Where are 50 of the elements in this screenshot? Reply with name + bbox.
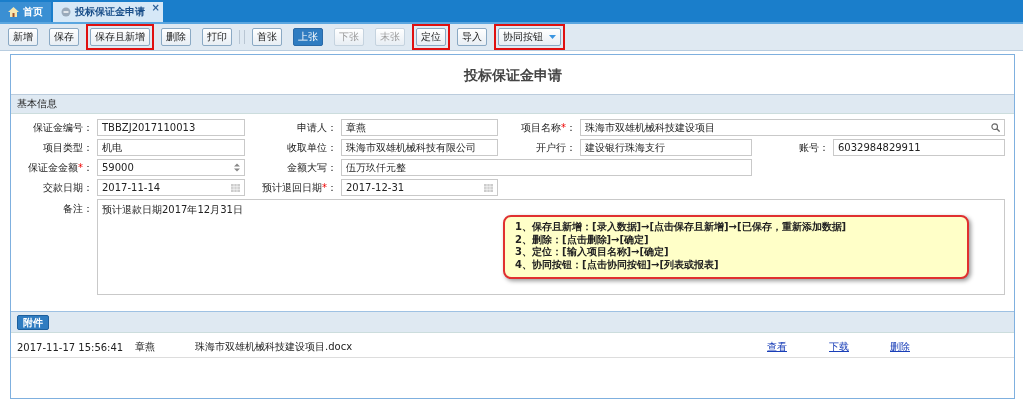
- input-field[interactable]: 珠海市双雄机械科技有限公司: [341, 139, 498, 156]
- field-label: 预计退回日期*：: [261, 180, 337, 195]
- toolbar-button[interactable]: 上张: [293, 28, 323, 46]
- date-field[interactable]: 2017-12-31: [341, 179, 498, 196]
- toolbar-button[interactable]: 打印: [202, 28, 232, 46]
- action-link[interactable]: 删除: [890, 341, 910, 352]
- toolbar-button[interactable]: 首张: [252, 28, 282, 46]
- uploader-name: 章燕: [135, 340, 156, 354]
- field-label: 项目名称*：: [520, 120, 576, 135]
- field-label: 项目类型：: [42, 140, 93, 155]
- toolbar-button[interactable]: 导入: [457, 28, 487, 46]
- field-label: 账号：: [798, 140, 829, 155]
- search-field[interactable]: 珠海市双雄机械科技建设项目: [580, 119, 1005, 136]
- toolbar-button[interactable]: 定位: [416, 28, 446, 46]
- section-title: 基本信息: [17, 97, 57, 111]
- toolbar-button[interactable]: 保存且新增: [90, 28, 150, 46]
- toolbar-button[interactable]: 新增: [8, 28, 38, 46]
- field-label: 交款日期：: [42, 180, 93, 195]
- action-link[interactable]: 下载: [829, 341, 849, 352]
- upload-time: 2017-11-17 15:56:41: [17, 341, 125, 353]
- search-icon[interactable]: [991, 123, 1000, 132]
- field-label: 金额大写：: [286, 160, 337, 175]
- close-icon[interactable]: ×: [151, 2, 160, 13]
- toolbar-button[interactable]: 保存: [49, 28, 79, 46]
- attachment-button[interactable]: 附件: [17, 314, 49, 330]
- field-label: 申请人：: [296, 120, 337, 135]
- field-label: 开户行：: [535, 140, 576, 155]
- date-field[interactable]: 2017-11-14: [97, 179, 245, 196]
- input-field[interactable]: 伍万玖仟元整: [341, 159, 752, 176]
- input-field[interactable]: 机电: [97, 139, 245, 156]
- tab[interactable]: 投标保证金申请 ×: [53, 2, 163, 22]
- action-link[interactable]: 查看: [767, 341, 787, 352]
- input-field[interactable]: TBBZJ2017110013: [97, 119, 245, 136]
- input-field[interactable]: 6032984829911: [833, 139, 1005, 156]
- field-label: 保证金金额*：: [27, 160, 93, 175]
- spinner-icon[interactable]: [234, 163, 240, 172]
- home-icon: [8, 7, 19, 17]
- instruction-callout: 1、保存且新增：[录入数据]→[点击保存且新增]→[已保存，重新添加数据] 2、删除：[点击删除]→[确定] 3、定位：[输入项目名称]→[确定] 4、协同按钮：[点击协同按钮]→[列表或报表]: [503, 215, 969, 279]
- dropdown-button[interactable]: 协同按钮: [498, 28, 561, 46]
- caret-icon: [549, 35, 556, 39]
- input-field[interactable]: 建设银行珠海支行: [580, 139, 752, 156]
- input-field[interactable]: 章燕: [341, 119, 498, 136]
- file-name: 珠海市双雄机械科技建设项目.docx: [195, 340, 354, 354]
- toolbar-button[interactable]: 删除: [161, 28, 191, 46]
- circle-icon: [61, 7, 71, 17]
- field-label: 备注：: [62, 202, 93, 216]
- form-title: 投标保证金申请: [462, 66, 563, 85]
- field-label: 收取单位：: [286, 140, 337, 155]
- number-field[interactable]: 59000: [97, 159, 245, 176]
- field-label: 保证金编号：: [32, 120, 93, 135]
